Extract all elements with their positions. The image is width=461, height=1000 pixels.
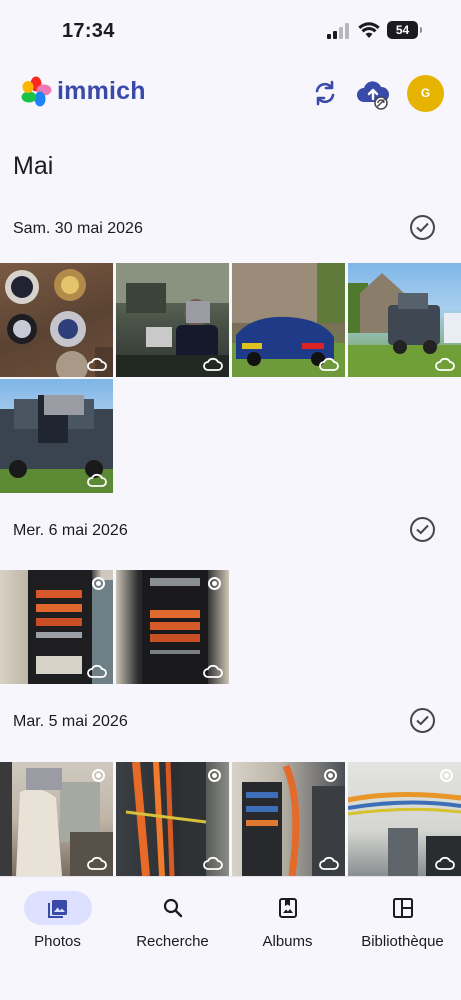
user-avatar[interactable]: G xyxy=(407,75,444,112)
photo-thumbnail[interactable] xyxy=(232,263,345,377)
nav-label: Albums xyxy=(262,933,313,950)
blurred-face xyxy=(44,395,84,415)
live-photo-icon xyxy=(208,769,221,782)
live-photo-icon xyxy=(92,577,105,590)
cloud-icon xyxy=(203,664,223,678)
cloud-icon xyxy=(87,856,107,870)
app-name: immich xyxy=(57,77,146,105)
photo-thumbnail[interactable] xyxy=(348,263,461,377)
photo-thumbnail[interactable] xyxy=(116,570,229,684)
app-screen: 17:34 54 immich G Mai Sam. 30 mai 2026 M… xyxy=(0,0,461,1000)
photo-thumbnail[interactable] xyxy=(0,570,113,684)
library-icon xyxy=(392,898,413,918)
photo-thumbnail[interactable] xyxy=(0,263,113,377)
live-photo-icon xyxy=(324,769,337,782)
bottom-navigation: Photos Recherche Albums Bibliothèque xyxy=(0,876,461,1000)
date-label: Mer. 6 mai 2026 xyxy=(13,522,128,539)
blurred-face xyxy=(186,301,210,323)
cloud-icon xyxy=(319,357,339,371)
nav-label: Photos xyxy=(34,933,81,950)
check-circle-icon[interactable] xyxy=(410,517,435,542)
date-group-header: Sam. 30 mai 2026 xyxy=(0,210,461,250)
app-header: immich G xyxy=(0,66,461,122)
date-label: Mar. 5 mai 2026 xyxy=(13,713,128,730)
photo-thumbnail[interactable] xyxy=(348,762,461,876)
date-group-header: Mer. 6 mai 2026 xyxy=(0,512,461,552)
nav-item-search[interactable]: Recherche xyxy=(115,889,230,959)
cloud-icon xyxy=(319,856,339,870)
nav-item-photos[interactable]: Photos xyxy=(0,889,115,959)
cloud-icon xyxy=(87,664,107,678)
photo-thumbnail[interactable] xyxy=(116,263,229,377)
month-title: Mai xyxy=(13,152,54,180)
cloud-icon xyxy=(435,856,455,870)
photo-thumbnail[interactable] xyxy=(0,379,113,493)
nav-item-library[interactable]: Bibliothèque xyxy=(345,889,460,959)
status-time: 17:34 xyxy=(62,20,115,42)
status-bar: 17:34 54 xyxy=(0,0,461,62)
nav-label: Recherche xyxy=(136,933,209,950)
photos-icon xyxy=(47,900,67,918)
cloud-icon xyxy=(87,357,107,371)
date-group-header: Mar. 5 mai 2026 xyxy=(0,703,461,743)
immich-logo-icon xyxy=(21,76,52,107)
signal-icon xyxy=(327,23,349,39)
cloud-icon xyxy=(203,357,223,371)
live-photo-icon xyxy=(440,769,453,782)
nav-item-albums[interactable]: Albums xyxy=(230,889,345,959)
check-circle-icon[interactable] xyxy=(410,708,435,733)
blurred-face xyxy=(26,768,62,790)
photo-thumbnail[interactable] xyxy=(232,762,345,876)
albums-icon xyxy=(278,898,297,918)
live-photo-icon xyxy=(92,769,105,782)
cloud-icon xyxy=(87,473,107,487)
date-label: Sam. 30 mai 2026 xyxy=(13,220,143,237)
sync-icon[interactable] xyxy=(310,78,340,108)
nav-label: Bibliothèque xyxy=(361,933,444,950)
search-icon xyxy=(163,898,182,918)
check-circle-icon[interactable] xyxy=(410,215,435,240)
live-photo-icon xyxy=(208,577,221,590)
cloud-icon xyxy=(435,357,455,371)
battery-indicator: 54 xyxy=(387,21,422,39)
cloud-upload-icon[interactable] xyxy=(355,76,391,112)
cloud-icon xyxy=(203,856,223,870)
wifi-icon xyxy=(358,22,380,38)
photo-thumbnail[interactable] xyxy=(0,762,113,876)
photo-thumbnail[interactable] xyxy=(116,762,229,876)
